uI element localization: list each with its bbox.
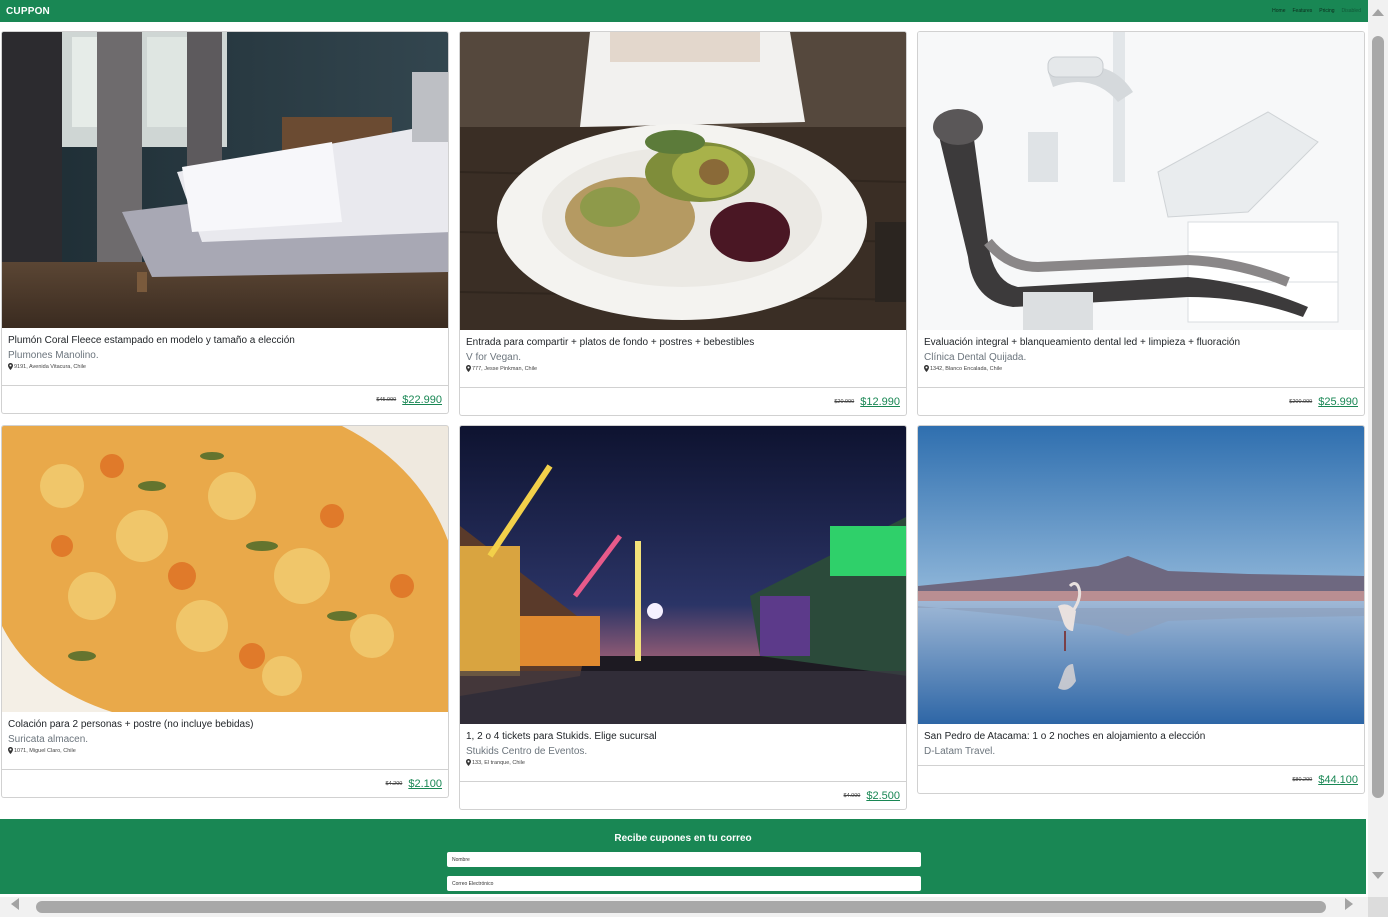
address-text: 133, El tranque, Chile <box>472 759 525 766</box>
address-text: 1071, Miguel Claro, Chile <box>14 747 76 754</box>
flamingo-lake-photo[interactable] <box>918 426 1364 724</box>
card-footer: $45.990 $22.990 <box>2 385 448 413</box>
address-text: 9191, Avenida Vitacura, Chile <box>14 363 86 370</box>
brand-logo[interactable]: CUPPON <box>6 6 50 17</box>
address-text: 1342, Blanco Encalada, Chile <box>930 365 1003 372</box>
card-footer: $80.200 $44.100 <box>918 765 1364 793</box>
deal-title[interactable]: Evaluación integral + blanqueamiento den… <box>924 336 1358 349</box>
map-pin-icon <box>924 365 929 372</box>
price-link[interactable]: $2.100 <box>408 778 442 790</box>
card-footer: $20.990 $12.990 <box>460 387 906 415</box>
scroll-right-arrow-icon[interactable] <box>1345 898 1353 910</box>
company-name: Suricata almacen. <box>8 734 89 745</box>
nav-link-features[interactable]: Features <box>1293 8 1313 14</box>
bedroom-photo[interactable] <box>2 32 448 328</box>
old-price: $45.990 <box>376 396 397 403</box>
top-navbar: CUPPON Home Features Pricing Disabled <box>0 0 1368 22</box>
price-link[interactable]: $12.990 <box>860 396 900 408</box>
food-dish-photo[interactable] <box>2 426 448 712</box>
company-name: V for Vegan. <box>466 352 522 363</box>
card-footer: $4.000 $2.500 <box>460 781 906 809</box>
deal-title[interactable]: Colación para 2 personas + postre (no in… <box>8 718 442 731</box>
dental-chair-photo[interactable] <box>918 32 1364 330</box>
salad-photo[interactable] <box>460 32 906 330</box>
map-pin-icon <box>8 747 13 754</box>
nav-link-pricing[interactable]: Pricing <box>1319 8 1334 14</box>
deal-card[interactable]: 1, 2 o 4 tickets para Stukids. Elige suc… <box>459 425 907 810</box>
address: 133, El tranque, Chile <box>466 759 900 766</box>
card-footer: $4.200 $2.100 <box>2 769 448 797</box>
old-price: $4.200 <box>385 780 403 787</box>
email-input[interactable] <box>447 876 921 891</box>
address: 9191, Avenida Vitacura, Chile <box>8 363 442 370</box>
nav-links: Home Features Pricing Disabled <box>1272 8 1361 14</box>
deal-title[interactable]: San Pedro de Atacama: 1 o 2 noches en al… <box>924 730 1358 743</box>
company-name: Plumones Manolino. <box>8 350 99 361</box>
map-pin-icon <box>8 363 13 370</box>
deal-card[interactable]: Evaluación integral + blanqueamiento den… <box>917 31 1365 416</box>
newsletter-section: Recibe cupones en tu correo <box>0 819 1366 894</box>
deal-card[interactable]: Plumón Coral Fleece estampado en modelo … <box>1 31 449 414</box>
company-name: Clínica Dental Quijada. <box>924 352 1027 363</box>
deal-title[interactable]: Entrada para compartir + platos de fondo… <box>466 336 900 349</box>
card-body: Plumón Coral Fleece estampado en modelo … <box>2 328 448 370</box>
scroll-up-arrow-icon[interactable] <box>1372 9 1384 16</box>
company-name: Stukids Centro de Eventos. <box>466 746 588 757</box>
company-name: D-Latam Travel. <box>924 746 996 757</box>
nav-link-home[interactable]: Home <box>1272 8 1285 14</box>
price-link[interactable]: $2.500 <box>866 790 900 802</box>
address-text: 777, Jesse Pinkman, Chile <box>472 365 538 372</box>
price-link[interactable]: $25.990 <box>1318 396 1358 408</box>
card-body: 1, 2 o 4 tickets para Stukids. Elige suc… <box>460 724 906 766</box>
card-body: Evaluación integral + blanqueamiento den… <box>918 330 1364 372</box>
card-body: San Pedro de Atacama: 1 o 2 noches en al… <box>918 724 1364 758</box>
deal-card[interactable]: Colación para 2 personas + postre (no in… <box>1 425 449 798</box>
old-price: $20.990 <box>834 398 855 405</box>
card-body: Colación para 2 personas + postre (no in… <box>2 712 448 754</box>
scroll-down-arrow-icon[interactable] <box>1372 872 1384 879</box>
scrollbar-corner <box>1368 897 1388 917</box>
old-price: $4.000 <box>843 792 861 799</box>
scroll-left-arrow-icon[interactable] <box>11 898 19 910</box>
price-link[interactable]: $44.100 <box>1318 774 1358 786</box>
deal-card[interactable]: San Pedro de Atacama: 1 o 2 noches en al… <box>917 425 1365 794</box>
deal-title[interactable]: Plumón Coral Fleece estampado en modelo … <box>8 334 442 347</box>
nav-link-disabled: Disabled <box>1341 8 1361 14</box>
address: 1071, Miguel Claro, Chile <box>8 747 442 754</box>
deal-card[interactable]: Entrada para compartir + platos de fondo… <box>459 31 907 416</box>
card-body: Entrada para compartir + platos de fondo… <box>460 330 906 372</box>
map-pin-icon <box>466 759 471 766</box>
name-input[interactable] <box>447 852 921 867</box>
horizontal-scrollbar[interactable] <box>0 897 1368 917</box>
horizontal-scroll-thumb[interactable] <box>36 901 1326 913</box>
price-link[interactable]: $22.990 <box>402 394 442 406</box>
old-price: $200.000 <box>1289 398 1313 405</box>
vertical-scrollbar[interactable] <box>1368 0 1388 917</box>
vertical-scroll-thumb[interactable] <box>1372 36 1384 798</box>
address: 777, Jesse Pinkman, Chile <box>466 365 900 372</box>
newsletter-title: Recibe cupones en tu correo <box>614 833 752 844</box>
map-pin-icon <box>466 365 471 372</box>
deal-title[interactable]: 1, 2 o 4 tickets para Stukids. Elige suc… <box>466 730 900 743</box>
fair-night-photo[interactable] <box>460 426 906 724</box>
address: 1342, Blanco Encalada, Chile <box>924 365 1358 372</box>
card-footer: $200.000 $25.990 <box>918 387 1364 415</box>
old-price: $80.200 <box>1292 776 1313 783</box>
